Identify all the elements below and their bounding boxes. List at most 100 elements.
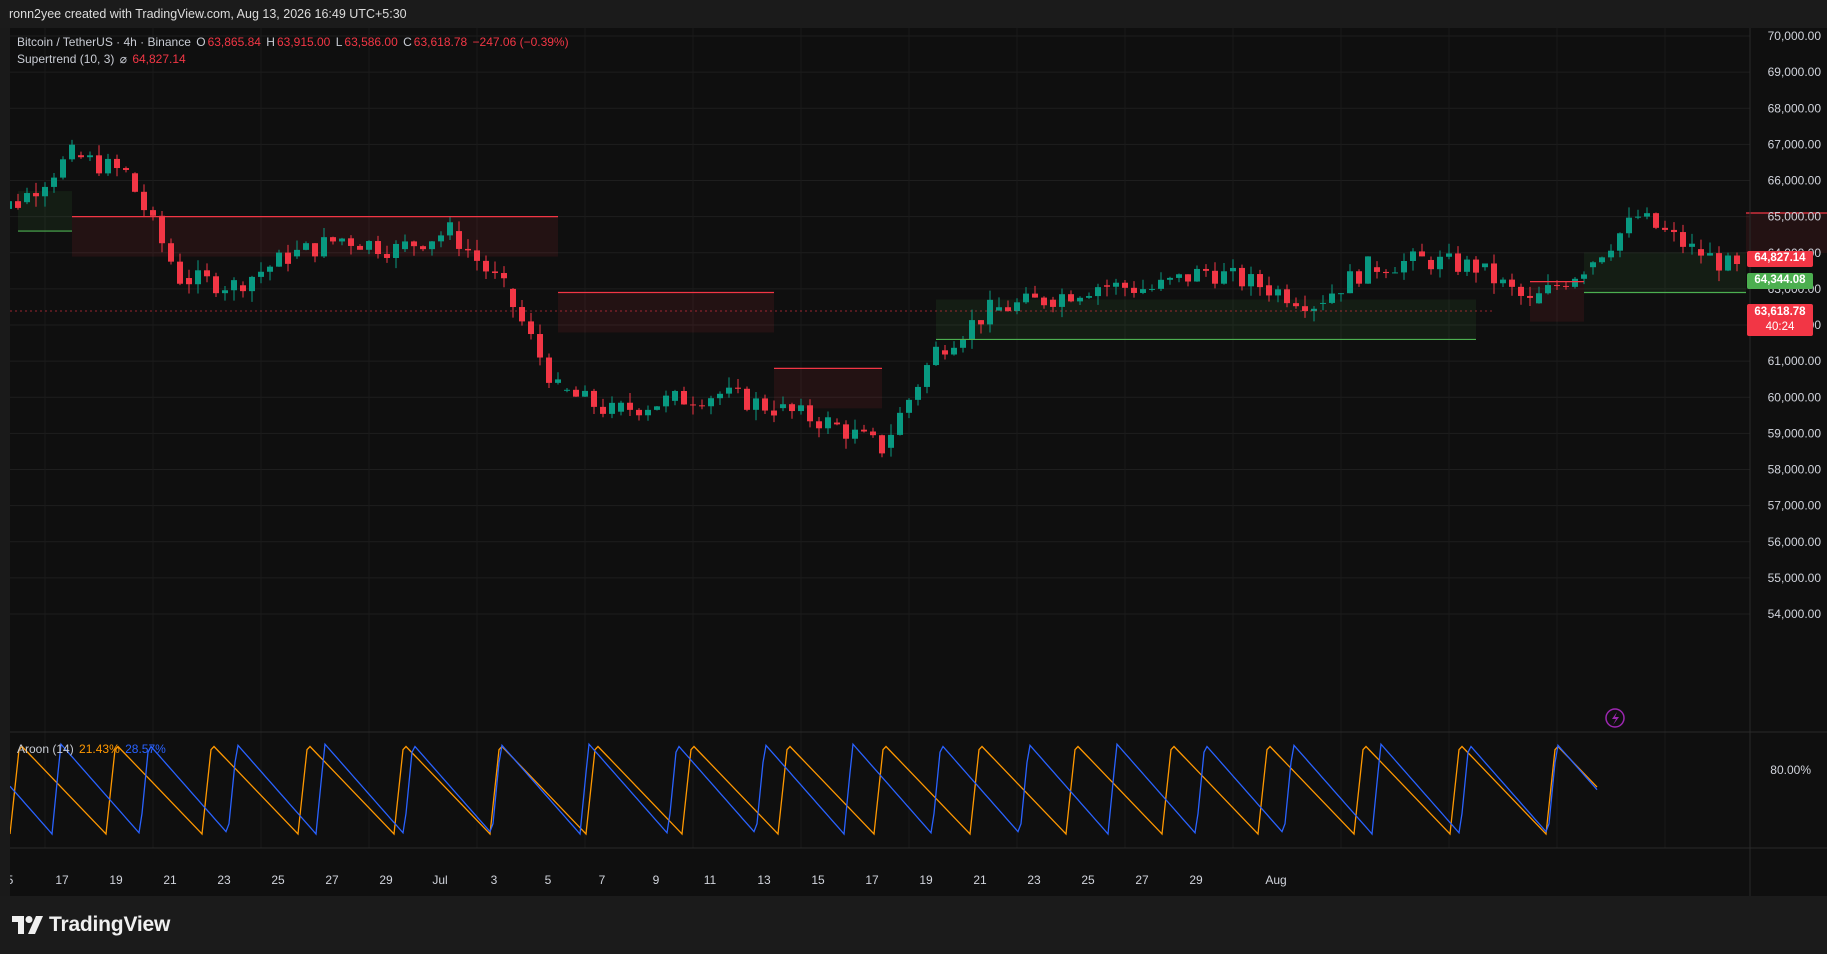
candle	[879, 434, 885, 458]
candle	[672, 389, 678, 406]
time-axis-label: 5	[10, 873, 14, 887]
candle	[708, 395, 714, 415]
candle	[1131, 281, 1137, 298]
candle	[726, 377, 732, 398]
aroon-name[interactable]: Aroon (14)	[17, 742, 74, 756]
candle	[1185, 274, 1191, 287]
indicator-symbol: ⌀	[119, 52, 127, 66]
price-axis-label: 70,000.00	[1768, 29, 1822, 43]
time-axis-label: 21	[163, 873, 177, 887]
tradingview-wordmark: TradingView	[49, 913, 171, 936]
candle	[744, 386, 750, 412]
tradingview-logo[interactable]: TradingView	[12, 911, 170, 939]
candle	[1500, 277, 1506, 288]
candle	[1437, 250, 1443, 278]
time-axis-label: Jul	[432, 873, 447, 887]
symbol-name[interactable]: Bitcoin / TetherUS · 4h · Binance	[17, 35, 191, 49]
candle	[654, 406, 660, 411]
candle	[690, 396, 696, 415]
candle	[177, 253, 183, 286]
candle	[231, 277, 237, 301]
time-axis-label: 25	[1081, 873, 1095, 887]
candle	[510, 288, 516, 318]
time-axis-label: 19	[109, 873, 123, 887]
candle	[663, 390, 669, 413]
candle	[1365, 256, 1371, 284]
candle	[789, 402, 795, 419]
supertrend-fill-segment	[774, 368, 882, 409]
candle	[1257, 269, 1263, 296]
supertrend-fill-segment	[72, 216, 288, 257]
candle	[1473, 256, 1479, 283]
candle	[1491, 254, 1497, 294]
time-axis-label: 21	[973, 873, 987, 887]
candle	[258, 262, 264, 284]
low-label: L	[335, 35, 343, 49]
aroon-legend[interactable]: Aroon (14) 21.43% 28.57%	[17, 742, 168, 756]
supertrend-fill	[18, 191, 1827, 409]
candle	[717, 391, 723, 406]
aroon-up-line	[10, 745, 1598, 836]
close-label: C	[403, 35, 412, 49]
price-axis-label: 68,000.00	[1768, 101, 1822, 115]
candle	[1509, 273, 1515, 296]
time-axis-label: 5	[545, 873, 552, 887]
indicator-name[interactable]: Supertrend (10, 3)	[17, 52, 114, 66]
low-value: 63,586.00	[344, 35, 398, 49]
candle	[618, 400, 624, 416]
lightning-icon[interactable]	[1605, 708, 1625, 728]
candle	[1329, 284, 1335, 304]
candle	[1347, 264, 1353, 294]
candle	[942, 345, 948, 360]
candle	[1572, 276, 1578, 289]
candlestick-chart[interactable]: 70,000.00 69,000.00 68,000.00 67,000.00 66,0…	[10, 28, 1827, 898]
candle	[1140, 279, 1146, 295]
price-axis[interactable]: 70,000.00 69,000.00 68,000.00 67,000.00 66,0…	[1768, 29, 1822, 777]
high-label: H	[266, 35, 275, 49]
candle	[627, 393, 633, 417]
indicator-legend[interactable]: Supertrend (10, 3) ⌀ 64,827.14	[17, 52, 188, 66]
candle-countdown: 40:24	[1765, 321, 1795, 333]
candle	[1158, 272, 1164, 292]
candle	[240, 281, 246, 298]
time-axis-label: 15	[811, 873, 825, 887]
candle	[699, 399, 705, 410]
time-axis-label: 9	[653, 873, 660, 887]
candle	[861, 424, 867, 433]
candle	[123, 166, 129, 173]
candle	[69, 139, 75, 162]
time-axis-label: 13	[757, 873, 771, 887]
change-value: −247.06 (−0.39%)	[472, 35, 569, 49]
candle	[1122, 280, 1128, 297]
candle	[1446, 243, 1452, 260]
chart-area[interactable]: 70,000.00 69,000.00 68,000.00 67,000.00 66,0…	[10, 28, 1827, 898]
candle	[735, 378, 741, 394]
candle	[591, 388, 597, 415]
candle	[393, 240, 399, 269]
candle	[609, 396, 615, 419]
price-axis-label: 65,000.00	[1768, 210, 1822, 224]
aroon-up-value: 21.43%	[79, 742, 120, 756]
candle	[492, 261, 498, 279]
price-axis-label: 57,000.00	[1768, 499, 1822, 513]
candle	[636, 408, 642, 421]
candle	[933, 341, 939, 367]
candle	[60, 156, 66, 180]
indicator-value: 64,827.14	[132, 52, 186, 66]
price-axis-label: 60,000.00	[1768, 390, 1822, 404]
candle	[600, 398, 606, 418]
candle	[915, 384, 921, 406]
candle	[582, 385, 588, 398]
candle	[132, 172, 138, 193]
candle	[1176, 273, 1182, 283]
candle	[312, 242, 318, 263]
candle	[87, 151, 93, 161]
header-caption: ronn2yee created with TradingView.com, A…	[0, 0, 1827, 28]
candle	[1464, 255, 1470, 277]
aroon-pane	[10, 742, 1598, 836]
candle	[1023, 287, 1029, 304]
candle	[1653, 212, 1659, 230]
time-axis-label: Aug	[1265, 873, 1286, 887]
time-axis[interactable]: 5 17 19 21 23 25 27 29 Jul 3 5 7 9 11 13 15 17 19 21 23 25 27…	[10, 873, 1287, 887]
supertrend-upper-tag: 64,827.14	[1747, 251, 1813, 267]
